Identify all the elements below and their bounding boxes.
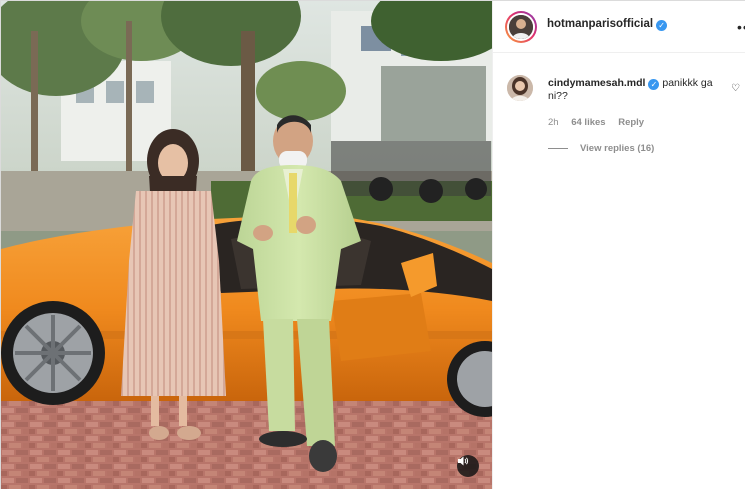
post-header: hotmanparisofficial✓ ••• xyxy=(493,1,745,53)
speaker-glyph xyxy=(458,456,469,466)
comment-meta: 2h 64 likes Reply xyxy=(548,117,654,128)
post-video[interactable] xyxy=(1,1,492,489)
speaker-icon[interactable] xyxy=(457,455,479,477)
view-replies-label: View replies (16) xyxy=(580,143,655,154)
comment-body: cindymamesah.mdl ✓ panikkk ga ni?? xyxy=(548,77,718,103)
post-side-panel: hotmanparisofficial✓ ••• cindymamesah.md… xyxy=(492,1,745,489)
more-horizontal-icon[interactable]: ••• xyxy=(737,19,745,35)
reply-button[interactable]: Reply xyxy=(618,117,644,128)
commenter-avatar[interactable] xyxy=(507,75,533,101)
video-frame-scene xyxy=(1,1,492,489)
author-avatar[interactable] xyxy=(505,11,537,43)
replies-divider xyxy=(548,147,568,149)
comment-likes-link[interactable]: 64 likes xyxy=(571,117,605,128)
verified-badge-icon: ✓ xyxy=(648,79,660,90)
heart-outline-icon[interactable]: ♡ xyxy=(731,83,740,94)
comment-time: 2h xyxy=(548,117,559,128)
author-avatar-image xyxy=(509,15,533,39)
author-username-link[interactable]: hotmanparisofficial ✓ xyxy=(547,18,668,31)
instagram-post-modal: hotmanparisofficial✓ ••• cindymamesah.md… xyxy=(0,0,745,489)
author-username: hotmanparisofficial xyxy=(547,18,654,30)
verified-badge-icon: ✓ xyxy=(656,20,668,31)
commenter-username[interactable]: cindymamesah.mdl xyxy=(548,77,645,89)
view-replies-button[interactable]: View replies (16) xyxy=(548,143,654,154)
